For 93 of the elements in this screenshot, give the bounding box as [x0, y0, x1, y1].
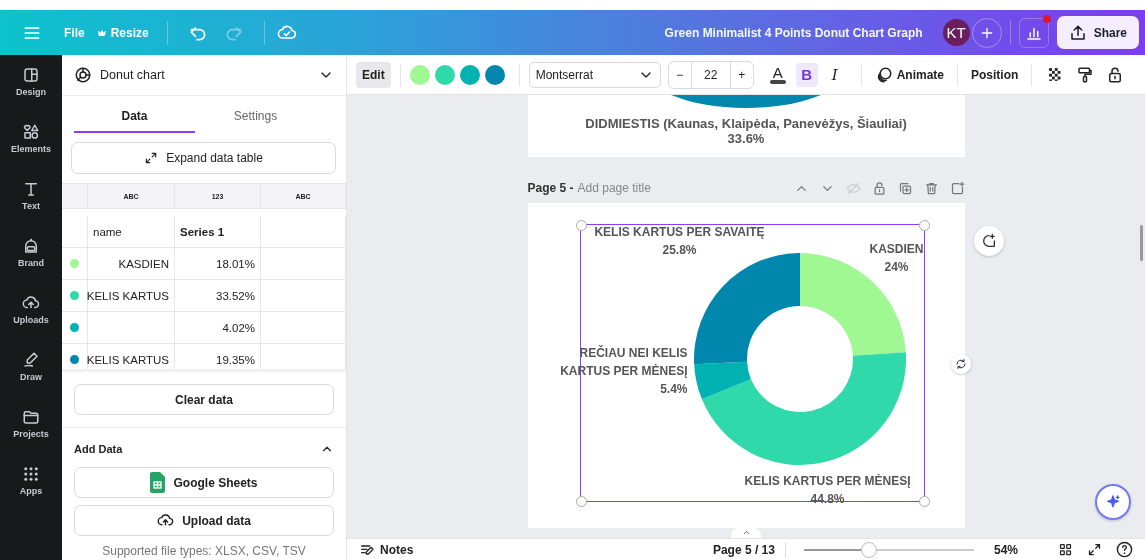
- letter-t-icon[interactable]: [22, 180, 40, 198]
- google-sheets-button[interactable]: Google Sheets: [74, 467, 334, 498]
- shapes-icon[interactable]: [22, 123, 40, 141]
- table-cell[interactable]: [261, 216, 346, 248]
- insights-button[interactable]: [1018, 17, 1049, 48]
- page-number: Page 5 -: [527, 181, 574, 195]
- table-cell[interactable]: 4.02%: [175, 312, 261, 344]
- comment-plus-icon: [981, 233, 997, 249]
- text-color-button[interactable]: A: [769, 65, 786, 84]
- slice-label: DIDMIESTIS (Kaunas, Klaipėda, Panevėžys, Šiauliai): [585, 116, 907, 131]
- upload-data-button[interactable]: Upload data: [74, 505, 334, 536]
- rail-label[interactable]: Design: [16, 87, 46, 97]
- expand-table-button[interactable]: Expand data table: [71, 142, 336, 174]
- table-cell[interactable]: 33.52%: [175, 280, 261, 312]
- table-cell[interactable]: [62, 216, 88, 248]
- expand-icon: [144, 151, 159, 165]
- resize-handle[interactable]: [918, 496, 930, 507]
- slice-value: 33.6%: [727, 131, 765, 146]
- clear-data-button[interactable]: Clear data: [74, 384, 334, 415]
- italic-button[interactable]: I: [823, 62, 846, 87]
- copy-icon[interactable]: [897, 180, 913, 196]
- slice-value: 24%: [884, 259, 909, 276]
- table-cell[interactable]: KASDIEN: [88, 248, 175, 280]
- rail-label[interactable]: Elements: [11, 144, 51, 154]
- avatar[interactable]: KT: [942, 19, 970, 46]
- add-page-icon[interactable]: [949, 180, 965, 196]
- sparkle-icon: [1105, 494, 1121, 510]
- slice-label: KELIS KARTUS PER SAVAITĘ: [594, 224, 765, 241]
- folder-icon[interactable]: [22, 408, 40, 426]
- color-swatch[interactable]: [409, 64, 430, 85]
- edit-button[interactable]: Edit: [356, 61, 391, 88]
- scrollbar[interactable]: [1140, 225, 1143, 261]
- grid-view-icon[interactable]: [1058, 542, 1073, 557]
- help-icon[interactable]: [1116, 541, 1133, 558]
- supported-types-note: Supported file types: XLSX, CSV, TSV: [101, 544, 307, 558]
- column-header[interactable]: Series 1: [175, 216, 261, 248]
- font-dropdown[interactable]: Montserrat: [528, 61, 661, 88]
- fullscreen-icon[interactable]: [1087, 542, 1102, 557]
- rail-label[interactable]: Brand: [18, 258, 44, 268]
- table-cell[interactable]: KELIS KARTUS: [88, 344, 175, 369]
- decrease-size-button[interactable]: −: [668, 61, 691, 88]
- resize-handle[interactable]: [575, 220, 587, 231]
- trash-icon[interactable]: [923, 180, 939, 196]
- rail-label[interactable]: Projects: [13, 429, 49, 439]
- color-swatch[interactable]: [484, 64, 505, 85]
- rail-label[interactable]: Draw: [20, 372, 42, 382]
- spreadsheet-icon: [150, 472, 166, 493]
- magic-button[interactable]: [1095, 484, 1131, 520]
- slice-value: 25.8%: [662, 242, 697, 259]
- table-cell[interactable]: [88, 312, 175, 344]
- crown-icon: [96, 27, 107, 38]
- table-cell[interactable]: [261, 248, 346, 280]
- grid-dots-icon[interactable]: [22, 465, 40, 483]
- table-cell[interactable]: 18.01%: [175, 248, 261, 280]
- notification-dot: [1042, 14, 1051, 23]
- paint-roller-icon[interactable]: [1076, 65, 1095, 84]
- panel-title: Donut chart: [100, 68, 166, 82]
- table-cell[interactable]: [261, 280, 346, 312]
- donut-chart-icon: [74, 66, 92, 84]
- table-cell[interactable]: KELIS KARTUS: [88, 280, 175, 312]
- share-icon: [1068, 23, 1087, 42]
- slice-value: 5.4%: [660, 381, 688, 398]
- rotate-icon: [955, 358, 967, 370]
- add-comment-button[interactable]: [974, 226, 1004, 256]
- slice-label: KASDIEN: [869, 241, 924, 258]
- briefcase-icon[interactable]: [22, 237, 40, 255]
- resize-handle[interactable]: [918, 220, 930, 231]
- color-swatch[interactable]: [459, 64, 480, 85]
- color-swatch[interactable]: [434, 64, 455, 85]
- share-button[interactable]: Share: [1056, 16, 1139, 49]
- table-cell[interactable]: [261, 312, 346, 344]
- column-header[interactable]: name: [88, 216, 175, 248]
- bold-button[interactable]: B: [795, 62, 818, 87]
- table-cell[interactable]: [62, 184, 88, 209]
- position-button[interactable]: Position: [967, 67, 1023, 82]
- page-indicator[interactable]: Page 5 / 13: [712, 542, 775, 557]
- font-size-field[interactable]: 22: [690, 61, 731, 88]
- slider-thumb[interactable]: [860, 541, 877, 558]
- rail-label[interactable]: Uploads: [13, 315, 49, 325]
- zoom-level[interactable]: 54%: [993, 542, 1018, 557]
- rail-label[interactable]: Apps: [19, 486, 43, 496]
- table-cell[interactable]: 19.35%: [175, 344, 261, 369]
- slice-label: KELIS KARTUS PER MĖNESĮ: [744, 473, 911, 490]
- rail-label[interactable]: Text: [22, 201, 40, 211]
- layout-icon[interactable]: [22, 66, 40, 84]
- resize-handle[interactable]: [575, 496, 587, 507]
- increase-size-button[interactable]: +: [730, 61, 753, 88]
- rotate-button[interactable]: [951, 354, 971, 374]
- document-title[interactable]: Green Minimalist 4 Points Donut Chart Graph: [664, 25, 923, 40]
- section-title: Add Data: [74, 443, 123, 455]
- animate-button[interactable]: Animate: [870, 65, 948, 84]
- notes-button[interactable]: Notes: [359, 541, 414, 558]
- pen-icon[interactable]: [22, 351, 40, 369]
